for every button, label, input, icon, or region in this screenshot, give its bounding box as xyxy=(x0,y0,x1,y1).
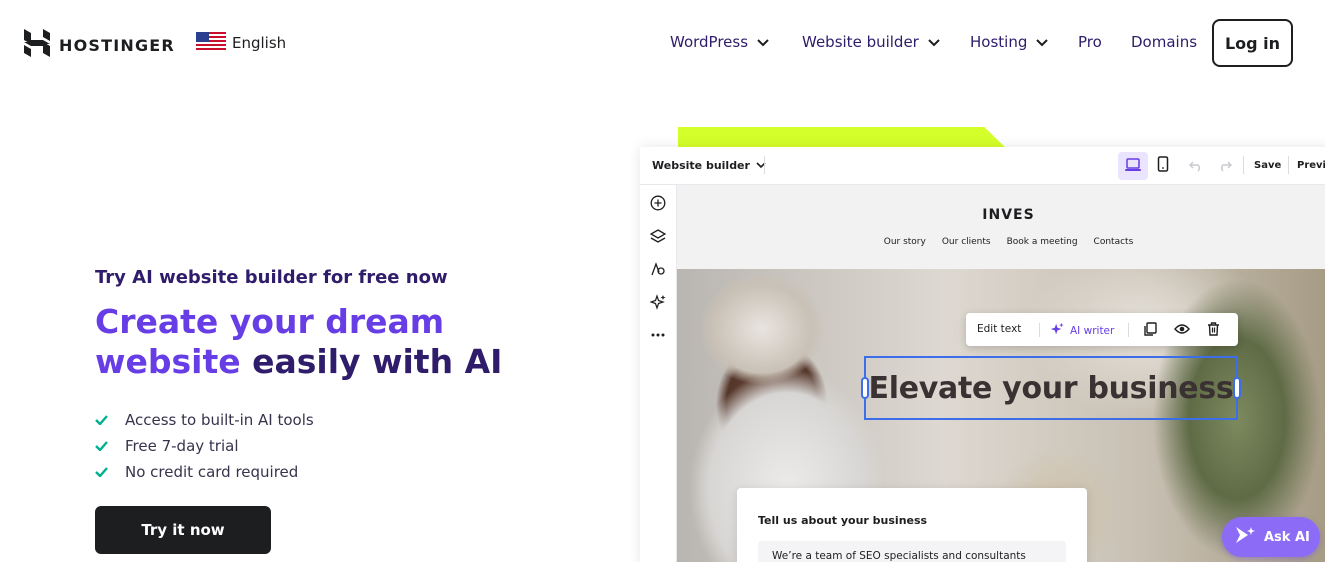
ai-writer-label: AI writer xyxy=(1070,324,1115,337)
try-it-now-button[interactable]: Try it now xyxy=(95,506,271,554)
us-flag-icon xyxy=(196,32,226,54)
headline-accent-word: website xyxy=(95,342,241,381)
nav-hosting[interactable]: Hosting xyxy=(970,33,1049,51)
check-icon xyxy=(95,415,109,425)
builder-canvas: INVES Our story Our clients Book a meeti… xyxy=(677,185,1325,562)
feature-text: Free 7-day trial xyxy=(125,437,239,455)
nav-wordpress-label: WordPress xyxy=(670,33,749,51)
site-nav-item[interactable]: Contacts xyxy=(1094,237,1134,247)
ai-writer-button[interactable]: AI writer xyxy=(1050,322,1114,339)
site-nav-item[interactable]: Our story xyxy=(884,237,926,247)
nav-domains[interactable]: Domains xyxy=(1131,33,1197,51)
trash-icon[interactable] xyxy=(1207,322,1220,336)
builder-selector[interactable]: Website builder xyxy=(652,159,766,172)
text-toolbar: Edit text AI writer xyxy=(966,313,1238,346)
preview-button[interactable]: Previ xyxy=(1297,160,1325,171)
nav-hosting-label: Hosting xyxy=(970,33,1028,51)
nav-website-builder-label: Website builder xyxy=(802,33,919,51)
desktop-view-button[interactable] xyxy=(1118,152,1148,180)
feature-text: Access to built-in AI tools xyxy=(125,411,314,429)
builder-topbar: Website builder Save Previ xyxy=(640,147,1325,185)
check-icon xyxy=(95,467,109,477)
chevron-down-icon xyxy=(928,33,940,51)
ask-ai-button[interactable]: Ask AI xyxy=(1222,517,1320,557)
brand-name: HOSTINGER xyxy=(59,35,175,55)
divider xyxy=(1288,156,1289,174)
ask-ai-icon xyxy=(1234,525,1256,549)
copy-icon[interactable] xyxy=(1143,322,1157,336)
redo-icon[interactable] xyxy=(1218,158,1232,172)
undo-icon[interactable] xyxy=(1189,158,1203,172)
language-selector[interactable]: English xyxy=(196,32,286,54)
chevron-down-icon xyxy=(757,33,769,51)
ai-sparkle-icon xyxy=(1050,322,1064,339)
feature-list: Access to built-in AI tools Free 7-day t… xyxy=(95,407,314,485)
divider xyxy=(764,156,765,174)
nav-domains-label: Domains xyxy=(1131,33,1198,51)
ask-ai-label: Ask AI xyxy=(1264,529,1310,545)
builder-sidebar xyxy=(640,185,677,562)
theme-icon[interactable] xyxy=(649,260,667,278)
save-button[interactable]: Save xyxy=(1254,160,1281,171)
business-info-card: Tell us about your business We’re a team… xyxy=(737,488,1087,562)
list-item: No credit card required xyxy=(95,459,314,485)
list-item: Free 7-day trial xyxy=(95,433,314,459)
card-title: Tell us about your business xyxy=(758,514,928,527)
feature-text: No credit card required xyxy=(125,463,299,481)
login-button[interactable]: Log in xyxy=(1212,19,1293,67)
site-navigation: Our story Our clients Book a meeting Con… xyxy=(677,237,1325,247)
nav-wordpress[interactable]: WordPress xyxy=(670,33,769,51)
mobile-view-button[interactable] xyxy=(1148,152,1178,180)
more-icon[interactable] xyxy=(649,326,667,344)
eye-icon[interactable] xyxy=(1174,322,1190,336)
site-nav-item[interactable]: Our clients xyxy=(942,237,991,247)
edit-text-button[interactable]: Edit text xyxy=(977,323,1021,335)
nav-website-builder[interactable]: Website builder xyxy=(802,33,940,51)
hero-photo: Edit text AI writer Elevate your busines… xyxy=(677,269,1325,562)
list-item: Access to built-in AI tools xyxy=(95,407,314,433)
nav-pro[interactable]: Pro xyxy=(1078,33,1102,51)
add-icon[interactable] xyxy=(649,194,667,212)
site-logo[interactable]: INVES xyxy=(677,207,1325,223)
mobile-icon xyxy=(1157,156,1169,176)
hero-heading-text[interactable]: Elevate your business xyxy=(866,371,1236,406)
brand-logo[interactable]: HOSTINGER xyxy=(24,29,175,61)
top-navigation: HOSTINGER English WordPress Website buil… xyxy=(0,0,1325,85)
chevron-down-icon xyxy=(1036,33,1049,51)
divider xyxy=(1039,323,1040,337)
ai-sparkle-icon[interactable] xyxy=(649,293,667,311)
desktop-icon xyxy=(1124,157,1142,176)
hero-subheading: Try AI website builder for free now xyxy=(95,267,448,288)
hostinger-logo-icon xyxy=(24,29,50,61)
business-description-field[interactable]: We’re a team of SEO specialists and cons… xyxy=(758,541,1066,562)
nav-pro-label: Pro xyxy=(1078,33,1102,51)
headline-rest: easily with AI xyxy=(240,342,503,381)
builder-preview: Website builder Save Previ INVES Our sto… xyxy=(640,147,1325,562)
layers-icon[interactable] xyxy=(649,227,667,245)
hero-headline: Create your dream website easily with AI xyxy=(95,302,502,382)
selected-text-frame[interactable]: Elevate your business xyxy=(861,356,1241,420)
divider xyxy=(1128,323,1129,337)
check-icon xyxy=(95,441,109,451)
site-nav-item[interactable]: Book a meeting xyxy=(1007,237,1078,247)
headline-accent-line: Create your dream xyxy=(95,302,445,341)
language-label: English xyxy=(232,34,287,52)
divider xyxy=(1243,156,1244,174)
builder-selector-label: Website builder xyxy=(652,159,750,172)
